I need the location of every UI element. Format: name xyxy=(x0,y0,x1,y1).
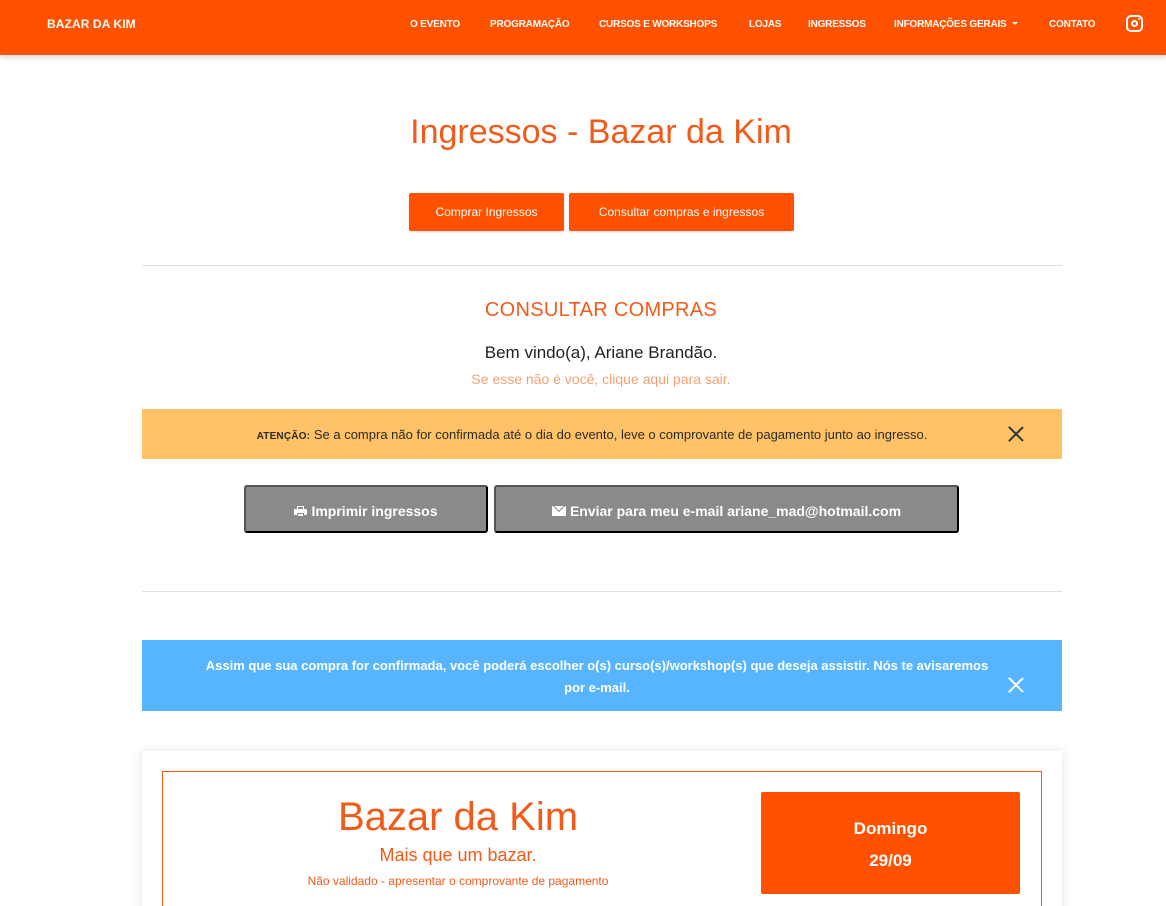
page-title: Ingressos - Bazar da Kim xyxy=(410,113,792,151)
envelope-icon xyxy=(551,506,566,516)
warning-message: Se a compra não for confirmada até o dia… xyxy=(313,427,928,442)
nav-dropdown-informacoes-gerais[interactable]: INFORMAÇÕES GERAIS xyxy=(894,19,1018,30)
divider xyxy=(142,591,1062,592)
print-tickets-label: Imprimir ingressos xyxy=(311,503,438,519)
close-icon[interactable] xyxy=(1008,426,1024,442)
section-title: CONSULTAR COMPRAS xyxy=(484,299,718,321)
info-alert: Assim que sua compra for confirmada, voc… xyxy=(142,640,1062,711)
brand-logo-text[interactable]: BAZAR DA KIM xyxy=(47,17,136,31)
consult-purchases-button[interactable]: Consultar compras e ingressos xyxy=(569,193,794,231)
email-tickets-label: Enviar para meu e-mail ariane_mad@hotmai… xyxy=(569,503,902,519)
ticket-border: Bazar da Kim Mais que um bazar. Não vali… xyxy=(162,771,1042,906)
logout-link[interactable]: Se esse não é você, clique aqui para sai… xyxy=(0,371,1166,387)
nav-link-ingressos[interactable]: INGRESSOS xyxy=(808,19,866,30)
info-alert-text: Assim que sua compra for confirmada, voc… xyxy=(205,658,989,695)
print-tickets-button[interactable]: Imprimir ingressos xyxy=(244,485,488,533)
nav-link-o-evento[interactable]: O EVENTO xyxy=(410,19,460,30)
ticket-validation-note: Não validado - apresentar o comprovante … xyxy=(307,874,609,888)
divider xyxy=(142,265,1062,266)
buy-tickets-button[interactable]: Comprar Ingressos xyxy=(409,193,564,231)
warning-label: ATENÇÃO: xyxy=(256,431,311,442)
nav-dropdown-label: INFORMAÇÕES GERAIS xyxy=(894,19,1007,30)
welcome-message: Bem vindo(a), Ariane Brandão. xyxy=(484,343,718,362)
warning-alert-text: ATENÇÃO: Se a compra não for confirmada … xyxy=(192,427,992,442)
close-icon[interactable] xyxy=(1008,677,1024,693)
email-tickets-button[interactable]: Enviar para meu e-mail ariane_mad@hotmai… xyxy=(494,485,959,533)
nav-link-lojas[interactable]: LOJAS xyxy=(749,19,782,30)
caret-down-icon xyxy=(1011,22,1018,25)
nav-link-cursos-workshops[interactable]: CURSOS E WORKSHOPS xyxy=(599,19,717,30)
top-navbar: BAZAR DA KIM O EVENTO PROGRAMAÇÃO CURSOS… xyxy=(0,0,1166,55)
ticket-date-box: Domingo 29/09 xyxy=(761,792,1020,894)
nav-link-contato[interactable]: CONTATO xyxy=(1049,19,1096,30)
warning-alert: ATENÇÃO: Se a compra não for confirmada … xyxy=(142,409,1062,459)
nav-link-programacao[interactable]: PROGRAMAÇÃO xyxy=(490,19,570,30)
ticket-card: Bazar da Kim Mais que um bazar. Não vali… xyxy=(142,751,1062,906)
ticket-subtitle: Mais que um bazar. xyxy=(379,845,537,865)
ticket-date: 29/09 xyxy=(869,851,912,870)
ticket-day: Domingo xyxy=(853,819,928,838)
ticket-event-title: Bazar da Kim xyxy=(337,795,579,839)
printer-icon xyxy=(294,506,308,517)
instagram-icon[interactable] xyxy=(1126,15,1143,32)
